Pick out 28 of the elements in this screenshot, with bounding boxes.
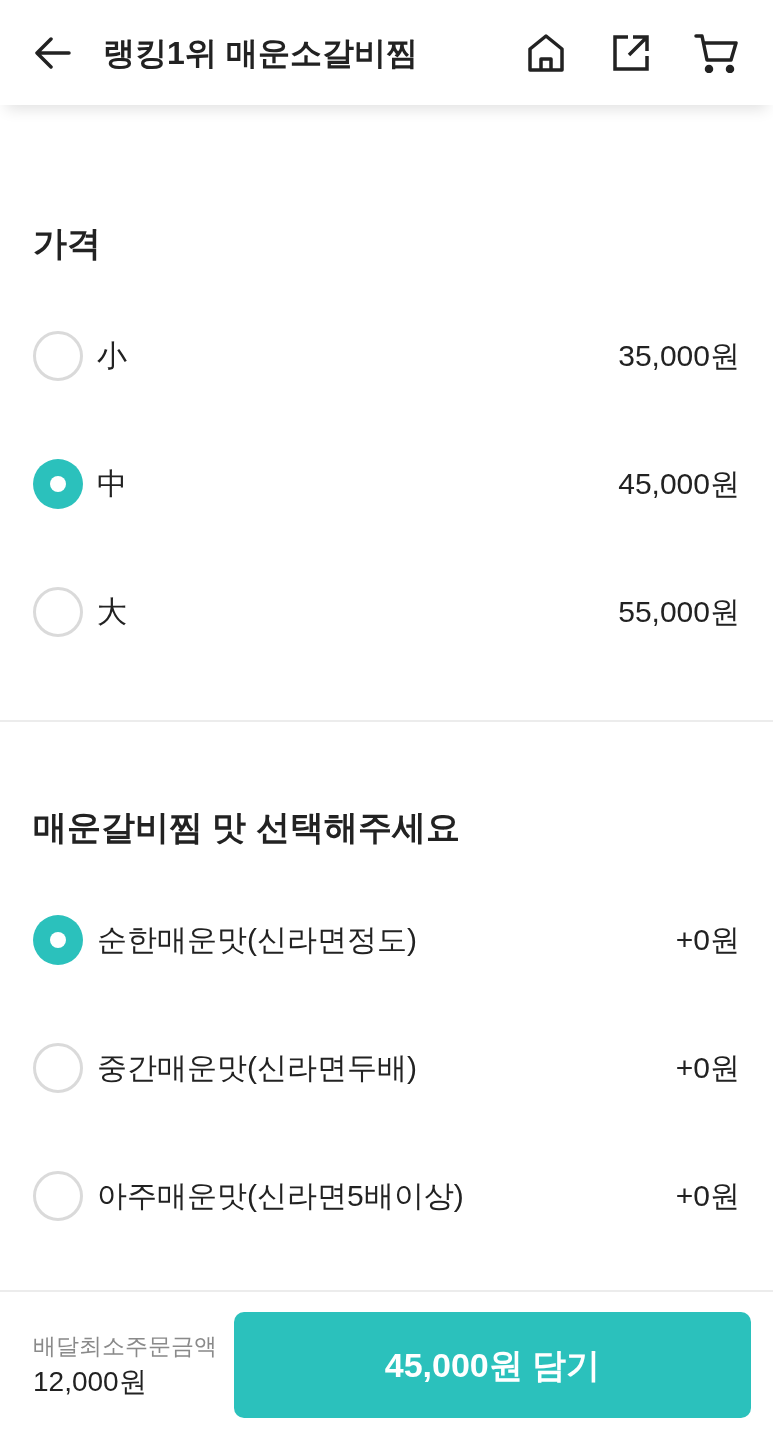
radio-button[interactable] <box>33 1171 83 1221</box>
option-label: 순한매운맛(신라면정도) <box>97 922 417 958</box>
option-label: 小 <box>97 338 127 374</box>
min-order-label: 배달최소주문금액 <box>33 1332 217 1361</box>
option-price: 55,000원 <box>618 594 740 630</box>
home-icon[interactable] <box>527 33 565 72</box>
radio-button[interactable] <box>33 587 83 637</box>
add-to-cart-button[interactable]: 45,000원 담기 <box>234 1312 751 1418</box>
section-title: 가격 <box>33 223 101 264</box>
option-price: 35,000원 <box>618 338 740 374</box>
option-price: +0원 <box>675 1178 740 1214</box>
option-price: +0원 <box>675 1050 740 1086</box>
section-title: 매운갈비찜 맛 선택해주세요 <box>33 807 460 848</box>
back-arrow-icon[interactable] <box>35 36 71 69</box>
option-label: 中 <box>97 466 127 502</box>
min-order-amount: 12,000원 <box>33 1365 147 1399</box>
radio-button[interactable] <box>33 459 83 509</box>
radio-button[interactable] <box>33 915 83 965</box>
option-label: 大 <box>97 594 127 630</box>
radio-button[interactable] <box>33 331 83 381</box>
cart-icon[interactable] <box>694 32 738 73</box>
option-label: 아주매운맛(신라면5배이상) <box>97 1178 464 1214</box>
option-price: 45,000원 <box>618 466 740 502</box>
share-icon[interactable] <box>613 34 649 71</box>
radio-button[interactable] <box>33 1043 83 1093</box>
option-label: 중간매운맛(신라면두배) <box>97 1050 417 1086</box>
page-title: 랭킹1위 매운소갈비찜 <box>103 33 418 73</box>
option-price: +0원 <box>675 922 740 958</box>
